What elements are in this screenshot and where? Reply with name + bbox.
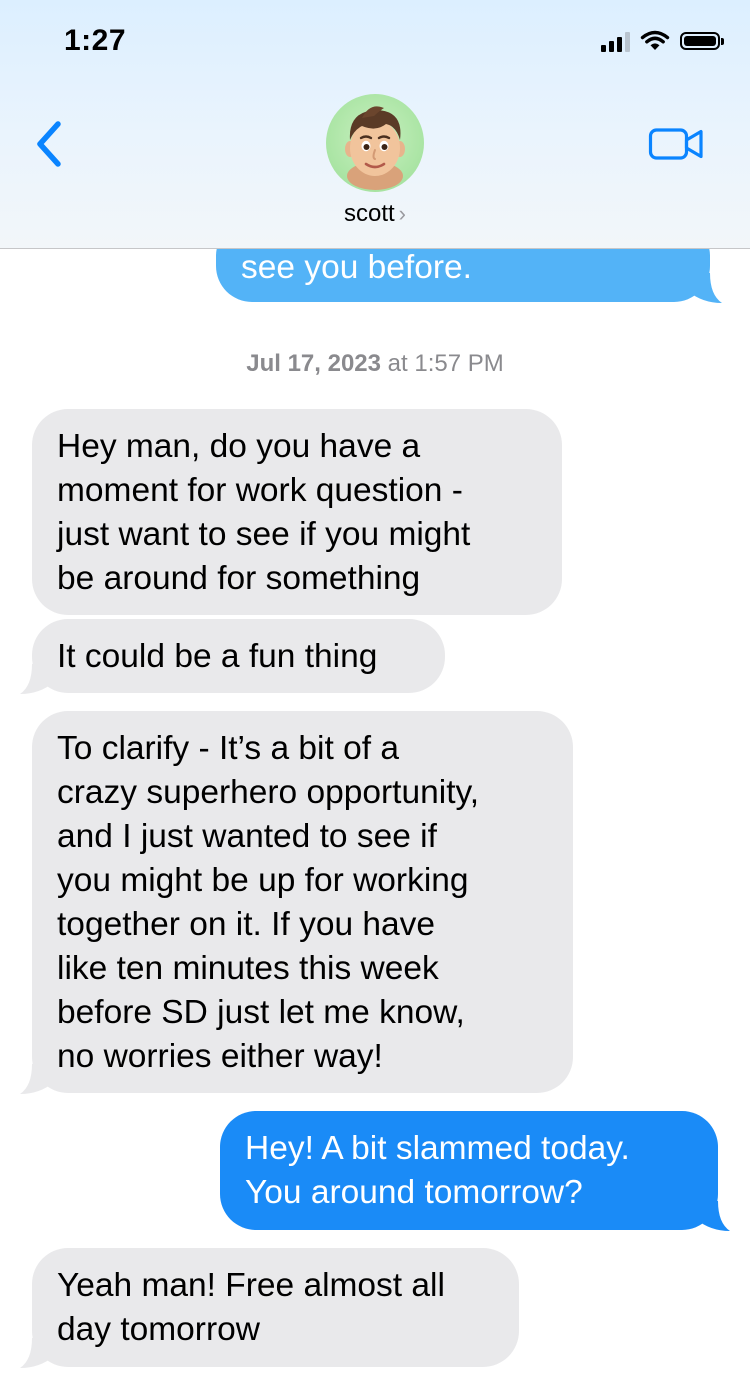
message-text: To clarify - It’s a bit of a crazy super… bbox=[57, 730, 480, 1075]
timestamp-time: 1:57 PM bbox=[414, 350, 504, 377]
video-camera-icon[interactable] bbox=[648, 124, 704, 164]
message-timestamp: Jul 17, 2023 at 1:57 PM bbox=[0, 350, 750, 378]
conversation-header: 1:27 scott › bbox=[0, 0, 750, 249]
message-bubble-received[interactable]: It could be a fun thing bbox=[20, 619, 445, 694]
message-bubble-received[interactable]: Hey man, do you have a moment for work q… bbox=[32, 409, 562, 615]
message-bubble-received[interactable]: To clarify - It’s a bit of a crazy super… bbox=[20, 711, 573, 1094]
chevron-left-icon[interactable] bbox=[30, 118, 70, 170]
bubble-tail-icon bbox=[696, 1201, 730, 1231]
wifi-icon bbox=[640, 30, 670, 50]
message-text: Yeah man! Free almost all day tomorrow bbox=[57, 1267, 445, 1348]
message-text: It could be a fun thing bbox=[57, 638, 378, 675]
message-bubble-received[interactable]: Yeah man! Free almost all day tomorrow bbox=[20, 1248, 519, 1368]
bubble-tail-icon bbox=[688, 273, 722, 303]
message-text: Hey man, do you have a moment for work q… bbox=[57, 428, 471, 597]
bubble-tail-icon bbox=[20, 664, 54, 694]
contact-name-button[interactable]: scott › bbox=[0, 200, 750, 228]
status-bar-time: 1:27 bbox=[64, 24, 127, 57]
bubble-tail-icon bbox=[20, 1064, 54, 1094]
cellular-signal-icon bbox=[601, 30, 630, 52]
bubble-tail-icon bbox=[20, 1338, 54, 1368]
battery-icon bbox=[680, 32, 724, 50]
status-bar-icons bbox=[601, 30, 724, 52]
timestamp-date: Jul 17, 2023 bbox=[246, 350, 381, 377]
contact-avatar[interactable] bbox=[326, 94, 424, 192]
timestamp-separator: at bbox=[381, 350, 415, 377]
message-bubble-sent[interactable]: Hey! A bit slammed today. You around tom… bbox=[220, 1111, 730, 1231]
contact-name: scott bbox=[343, 200, 395, 227]
message-text: Hey! A bit slammed today. You around tom… bbox=[245, 1130, 630, 1211]
message-text: see you before. bbox=[241, 249, 472, 286]
chevron-right-icon: › bbox=[398, 201, 406, 226]
memoji-avatar-icon bbox=[345, 106, 405, 190]
